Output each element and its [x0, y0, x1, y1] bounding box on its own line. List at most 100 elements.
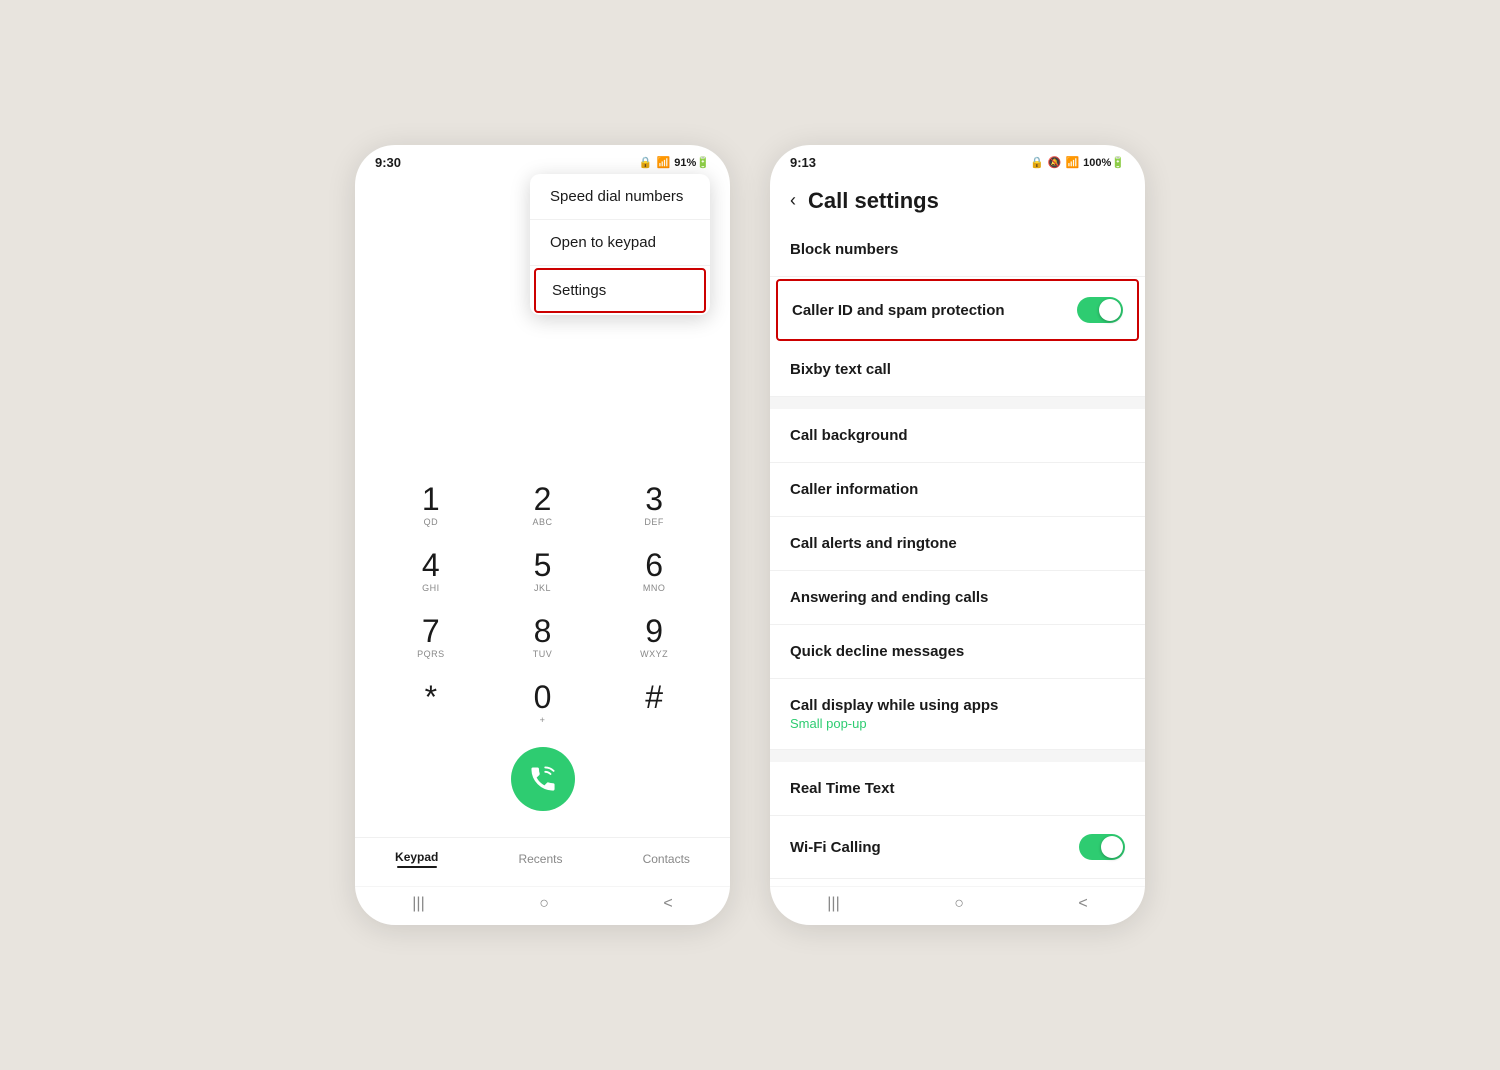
back-button[interactable]: ‹ — [786, 186, 800, 215]
key-6[interactable]: 6 MNO — [598, 539, 710, 605]
tab-contacts-label: Contacts — [643, 852, 690, 866]
nav-home-settings[interactable]: ○ — [954, 895, 964, 913]
key-digit-star: * — [425, 681, 437, 713]
key-star[interactable]: * — [375, 671, 487, 737]
tab-recents-label: Recents — [518, 852, 562, 866]
time-settings: 9:13 — [790, 155, 816, 170]
caller-info-label: Caller information — [790, 481, 918, 498]
key-letters-1: QD — [424, 517, 439, 529]
caller-id-toggle[interactable] — [1077, 297, 1123, 323]
key-digit-1: 1 — [422, 483, 440, 515]
key-letters-2: ABC — [532, 517, 552, 529]
key-9[interactable]: 9 WXYZ — [598, 605, 710, 671]
section-gap-1 — [770, 397, 1145, 409]
key-digit-hash: # — [645, 681, 663, 713]
key-digit-6: 6 — [645, 549, 663, 581]
key-5[interactable]: 5 JKL — [487, 539, 599, 605]
tab-recents[interactable]: Recents — [498, 848, 582, 870]
key-letters-4: GHI — [422, 583, 440, 595]
section-gap-2 — [770, 750, 1145, 762]
call-display-sublabel: Small pop-up — [790, 716, 998, 731]
setting-block-numbers[interactable]: Block numbers — [770, 223, 1145, 277]
mute-icon: 🔕 — [1048, 156, 1062, 169]
decline-msgs-label: Quick decline messages — [790, 643, 964, 660]
setting-call-background[interactable]: Call background — [770, 409, 1145, 463]
rtt-label: Real Time Text — [790, 780, 895, 797]
bixby-label: Bixby text call — [790, 361, 891, 378]
tab-contacts[interactable]: Contacts — [623, 848, 710, 870]
phone-settings: 9:13 🔒 🔕 📶 100%🔋 ‹ Call settings Block n… — [770, 145, 1145, 925]
key-digit-4: 4 — [422, 549, 440, 581]
key-1[interactable]: 1 QD — [375, 473, 487, 539]
key-8[interactable]: 8 TUV — [487, 605, 599, 671]
phone-dialer: 9:30 🔒 📶 91%🔋 Speed dial numbers Open to… — [355, 145, 730, 925]
setting-call-alerts[interactable]: Call alerts and ringtone — [770, 517, 1145, 571]
battery-icon: 🔒 — [639, 156, 653, 169]
android-nav-dialer: ||| ○ < — [355, 886, 730, 925]
settings-list: Block numbers Caller ID and spam protect… — [770, 223, 1145, 886]
key-letters-3: DEF — [644, 517, 664, 529]
dialer-content: Speed dial numbers Open to keypad Settin… — [355, 174, 730, 925]
key-letters-9: WXYZ — [640, 649, 668, 661]
key-4[interactable]: 4 GHI — [375, 539, 487, 605]
key-digit-9: 9 — [645, 615, 663, 647]
settings-page-title: Call settings — [808, 188, 939, 214]
setting-voicemail[interactable]: Voicemail — [770, 879, 1145, 886]
bottom-nav-tabs: Keypad Recents Contacts — [355, 837, 730, 886]
block-numbers-label: Block numbers — [790, 241, 898, 258]
key-letters-8: TUV — [533, 649, 553, 661]
nav-recent-settings[interactable]: < — [1078, 895, 1087, 913]
key-digit-3: 3 — [645, 483, 663, 515]
phone-icon — [528, 764, 558, 794]
key-0[interactable]: 0 + — [487, 671, 599, 737]
call-button[interactable] — [511, 747, 575, 811]
keypad-grid: 1 QD 2 ABC 3 DEF 4 GHI — [355, 473, 730, 737]
key-digit-0: 0 — [534, 681, 552, 713]
battery-level: 91%🔋 — [674, 156, 710, 169]
dropdown-open-keypad[interactable]: Open to keypad — [530, 220, 710, 266]
key-digit-2: 2 — [534, 483, 552, 515]
key-7[interactable]: 7 PQRS — [375, 605, 487, 671]
wifi-calling-label: Wi-Fi Calling — [790, 839, 881, 856]
nav-home-icon[interactable]: ○ — [539, 895, 549, 913]
key-digit-7: 7 — [422, 615, 440, 647]
key-letters-7: PQRS — [417, 649, 445, 661]
key-letters-5: JKL — [534, 583, 551, 595]
call-alerts-label: Call alerts and ringtone — [790, 535, 957, 552]
setting-bixby[interactable]: Bixby text call — [770, 343, 1145, 397]
key-letters-6: MNO — [643, 583, 666, 595]
call-background-label: Call background — [790, 427, 908, 444]
key-digit-8: 8 — [534, 615, 552, 647]
caller-id-label: Caller ID and spam protection — [792, 302, 1005, 319]
answering-label: Answering and ending calls — [790, 589, 988, 606]
lock-icon: 🔒 — [1030, 156, 1044, 169]
dropdown-settings[interactable]: Settings — [534, 268, 706, 313]
dropdown-menu: Speed dial numbers Open to keypad Settin… — [530, 174, 710, 315]
key-digit-5: 5 — [534, 549, 552, 581]
nav-back-icon[interactable]: ||| — [412, 895, 424, 913]
phones-container: 9:30 🔒 📶 91%🔋 Speed dial numbers Open to… — [355, 145, 1145, 925]
android-nav-settings: ||| ○ < — [770, 886, 1145, 925]
call-display-label: Call display while using apps — [790, 697, 998, 714]
nav-recent-icon[interactable]: < — [663, 895, 672, 913]
wifi-icon: 📶 — [1065, 156, 1079, 169]
status-bar-settings: 9:13 🔒 🔕 📶 100%🔋 — [770, 145, 1145, 174]
setting-decline-msgs[interactable]: Quick decline messages — [770, 625, 1145, 679]
settings-header: ‹ Call settings — [770, 174, 1145, 223]
wifi-calling-toggle[interactable] — [1079, 834, 1125, 860]
time-dialer: 9:30 — [375, 155, 401, 170]
setting-call-display[interactable]: Call display while using apps Small pop-… — [770, 679, 1145, 750]
tab-keypad[interactable]: Keypad — [375, 846, 458, 872]
dropdown-speed-dial[interactable]: Speed dial numbers — [530, 174, 710, 220]
tab-keypad-underline — [397, 866, 437, 868]
key-hash[interactable]: # — [598, 671, 710, 737]
setting-answering[interactable]: Answering and ending calls — [770, 571, 1145, 625]
status-icons-dialer: 🔒 📶 91%🔋 — [639, 156, 710, 169]
setting-wifi-calling[interactable]: Wi-Fi Calling — [770, 816, 1145, 879]
setting-caller-id[interactable]: Caller ID and spam protection — [776, 279, 1139, 341]
nav-back-settings[interactable]: ||| — [827, 895, 839, 913]
key-2[interactable]: 2 ABC — [487, 473, 599, 539]
setting-caller-info[interactable]: Caller information — [770, 463, 1145, 517]
setting-rtt[interactable]: Real Time Text — [770, 762, 1145, 816]
key-3[interactable]: 3 DEF — [598, 473, 710, 539]
